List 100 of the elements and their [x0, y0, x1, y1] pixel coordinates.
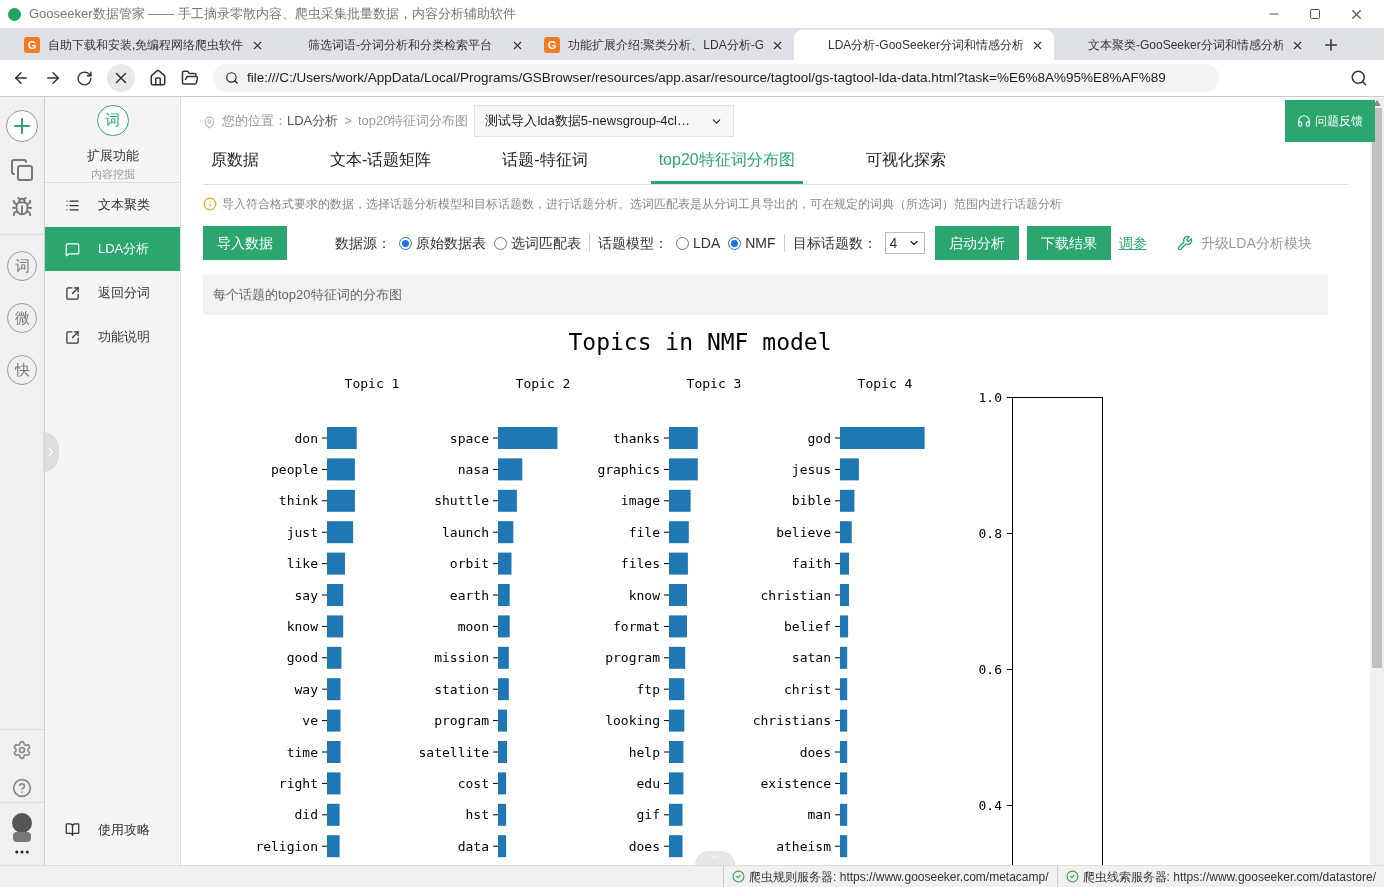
- radio-option[interactable]: 选词匹配表: [494, 232, 581, 254]
- term-label: graphics: [597, 461, 660, 477]
- radio-option[interactable]: 原始数据表: [399, 232, 486, 254]
- term-label: satan: [791, 650, 831, 666]
- term-label: cost: [457, 775, 489, 791]
- term-label: christ: [784, 681, 831, 697]
- dataset-select[interactable]: 测试导入lda数据5-newsgroup-4cl…: [474, 105, 735, 137]
- menu-item-icon: [65, 285, 80, 301]
- breadcrumb-label: 您的位置：LDA分析: [222, 111, 339, 130]
- term-label: launch: [442, 524, 489, 540]
- browser-tab[interactable]: 筛选词语-分词分析和分类检索平台: [274, 30, 534, 60]
- term-label: help: [628, 744, 660, 760]
- term-label: satellite: [418, 744, 489, 760]
- breadcrumb-separator: >: [344, 111, 352, 130]
- term-label: does: [628, 838, 660, 854]
- collapse-handle[interactable]: [695, 851, 735, 865]
- term-label: christian: [760, 587, 831, 603]
- module-subtitle: 内容挖掘: [90, 166, 135, 182]
- term-label: thanks: [613, 430, 660, 446]
- wrench-icon[interactable]: [1176, 235, 1193, 251]
- breadcrumb-current: top20特征词分布图: [357, 111, 469, 130]
- tab-title: 功能扩展介绍:聚类分析、LDA分析-G: [568, 37, 763, 54]
- term-label: station: [434, 681, 489, 697]
- sidebar-item[interactable]: 返回分词: [45, 271, 180, 315]
- term-label: ftp: [636, 681, 660, 697]
- info-text: 导入符合格式要求的数据，选择话题分析模型和目标话题数，进行话题分析。选词匹配表是从分词工具导出的，可在规定的词典（所选词）范围内进行话题分析: [222, 196, 1062, 213]
- add-button[interactable]: [6, 110, 38, 142]
- term-label: space: [449, 430, 489, 446]
- term-label: like: [286, 556, 318, 572]
- tick-label: 0.8: [978, 526, 1002, 541]
- term-label: god: [807, 430, 831, 446]
- term-label: program: [605, 650, 660, 666]
- term-label: mission: [434, 650, 489, 666]
- sidebar-item[interactable]: 功能说明: [45, 315, 180, 359]
- term-label: believe: [776, 524, 831, 540]
- term-label: way: [294, 681, 318, 697]
- term-label: earth: [449, 587, 489, 603]
- status-ok-icon: [732, 870, 746, 883]
- panel-header: 每个话题的top20特征词的分布图: [203, 275, 1328, 315]
- address-field[interactable]: file:///C:/Users/work/AppData/Local/Programs/GSBrowser/resources/app.asar/resource/tagtool/gs-tagtool-lda-data.html?task=%E6%8A%95%E8%AF%89: [213, 64, 1219, 92]
- search-icon: [225, 71, 239, 85]
- new-tab-icon[interactable]: [1322, 36, 1340, 54]
- bug-icon[interactable]: [11, 196, 33, 218]
- term-label: file: [628, 524, 660, 540]
- scrollbar[interactable]: [1370, 97, 1384, 865]
- app-logo-icon: [8, 7, 21, 21]
- headset-icon: [1297, 114, 1311, 128]
- info-icon: [203, 197, 217, 211]
- guide-link[interactable]: 使用攻略: [98, 819, 150, 839]
- term-label: say: [294, 587, 318, 603]
- tab[interactable]: 话题-特征词: [494, 148, 596, 184]
- term-label: bible: [791, 493, 831, 509]
- help-icon[interactable]: [12, 778, 32, 798]
- topic-title: Topic 1: [344, 376, 400, 391]
- location-icon: [203, 116, 216, 129]
- sidebar-item[interactable]: 文本聚类: [45, 183, 180, 227]
- browser-tab[interactable]: G 自助下载和安装,免编程网络爬虫软件: [14, 30, 274, 60]
- menu-item-icon: [65, 241, 80, 257]
- term-label: ve: [302, 713, 318, 729]
- chart-title: Topics in NMF model: [568, 329, 832, 355]
- home-icon[interactable]: [149, 69, 167, 87]
- tick-label: 0.6: [978, 662, 1002, 677]
- maximize-icon[interactable]: [1309, 8, 1321, 20]
- tab-title: 自助下载和安装,免编程网络爬虫软件: [48, 37, 243, 54]
- stop-button[interactable]: [107, 64, 135, 92]
- term-label: people: [271, 461, 318, 477]
- term-label: data: [457, 838, 489, 854]
- term-label: jesus: [791, 461, 831, 477]
- reload-icon[interactable]: [76, 69, 93, 87]
- back-icon[interactable]: [12, 69, 30, 87]
- search-icon[interactable]: [1350, 69, 1368, 87]
- pages-icon[interactable]: [10, 158, 34, 182]
- term-label: know: [286, 618, 318, 634]
- term-label: existence: [760, 775, 831, 791]
- browser-tab[interactable]: G 功能扩展介绍:聚类分析、LDA分析-G: [534, 30, 794, 60]
- term-label: did: [294, 807, 318, 823]
- settings-icon[interactable]: [12, 740, 32, 760]
- term-label: nasa: [457, 461, 489, 477]
- scroll-up-icon[interactable]: [1373, 100, 1381, 106]
- term-label: atheism: [776, 838, 831, 854]
- term-label: program: [434, 713, 489, 729]
- term-label: good: [286, 650, 318, 666]
- topic-count-select[interactable]: 4: [884, 232, 925, 254]
- model-label: 话题模型：: [598, 233, 668, 253]
- browser-tab[interactable]: LDA分析-GooSeeker分词和情感分析: [794, 30, 1054, 60]
- radio-option[interactable]: NMF: [728, 232, 776, 254]
- term-label: format: [613, 618, 660, 634]
- window-title: Gooseeker数据管家 —— 手工摘录零散内容、爬虫采集批量数据，内容分析辅助软件: [29, 5, 516, 24]
- guide-icon[interactable]: [65, 821, 80, 837]
- tab[interactable]: 原数据: [203, 148, 267, 184]
- term-label: faith: [791, 556, 831, 572]
- forward-icon[interactable]: [44, 69, 62, 87]
- folder-icon[interactable]: [181, 69, 199, 87]
- term-label: don: [294, 430, 318, 446]
- tab[interactable]: 可视化探索: [857, 148, 954, 184]
- radio-option[interactable]: LDA: [676, 232, 721, 254]
- topic-title: Topic 2: [515, 376, 571, 391]
- module-title: 扩展功能: [86, 147, 139, 165]
- term-label: gif: [636, 807, 660, 823]
- tab[interactable]: 文本-话题矩阵: [322, 148, 440, 184]
